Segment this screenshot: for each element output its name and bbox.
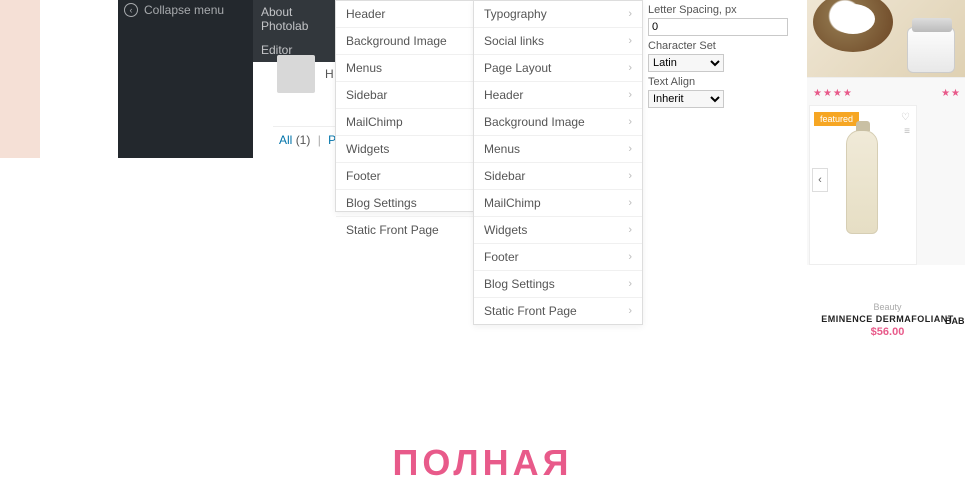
menu-item[interactable]: Sidebar› xyxy=(474,163,642,190)
letter-spacing-input[interactable] xyxy=(648,18,788,36)
chevron-right-icon: › xyxy=(628,224,632,236)
product-name[interactable]: EMINENCE DERMAFOLIANT xyxy=(810,314,965,324)
filter-sep: | xyxy=(318,133,321,147)
hero-image xyxy=(807,0,965,78)
rating-row: ★★★★ ★★ xyxy=(807,78,965,101)
menu-item[interactable]: Menus› xyxy=(474,136,642,163)
collapse-menu-button[interactable]: ‹ Collapse menu xyxy=(118,0,253,20)
chevron-right-icon: › xyxy=(628,8,632,20)
chevron-right-icon: › xyxy=(628,35,632,47)
jar-icon xyxy=(907,27,955,73)
headline: ПОЛНАЯ xyxy=(0,442,965,484)
compare-icon[interactable]: ≡ xyxy=(904,126,910,137)
wp-admin-sidebar: ‹ Collapse menu xyxy=(118,0,253,158)
bg-decor xyxy=(0,0,40,158)
chevron-right-icon: › xyxy=(628,170,632,182)
product-meta: Beauty EMINENCE DERMAFOLIANT $56.00 xyxy=(810,302,965,338)
product-image xyxy=(846,130,878,234)
stars-left: ★★★★ xyxy=(813,88,853,99)
align-select[interactable]: Inherit xyxy=(648,90,724,108)
chevron-right-icon: › xyxy=(628,89,632,101)
heart-icon[interactable]: ♡ xyxy=(901,112,910,123)
chevron-right-icon: › xyxy=(628,62,632,74)
submenu-item[interactable]: About Photolab xyxy=(253,0,343,38)
chevron-right-icon: › xyxy=(628,305,632,317)
charset-label: Character Set xyxy=(648,40,793,52)
customizer-panel-b: Typography› Social links› Page Layout› H… xyxy=(473,0,643,325)
headline-text: ПОЛНАЯ xyxy=(0,442,965,484)
stars-right: ★★ xyxy=(941,88,961,99)
menu-item[interactable]: Footer› xyxy=(474,244,642,271)
site-preview: ★★★★ ★★ featured ♡ ≡ ‹ xyxy=(807,0,965,265)
menu-item[interactable]: MailChimp› xyxy=(474,190,642,217)
chevron-right-icon: › xyxy=(628,197,632,209)
chevron-right-icon: › xyxy=(628,143,632,155)
letter-spacing-label: Letter Spacing, px xyxy=(648,4,793,16)
menu-item[interactable]: Page Layout› xyxy=(474,55,642,82)
chevron-right-icon: › xyxy=(628,251,632,263)
product-price: $56.00 xyxy=(810,326,965,338)
chevron-right-icon: › xyxy=(628,116,632,128)
chevron-right-icon: › xyxy=(628,278,632,290)
avatar xyxy=(277,55,315,93)
filter-all[interactable]: All xyxy=(279,133,292,147)
menu-item[interactable]: Blog Settings› xyxy=(474,271,642,298)
product-category: Beauty xyxy=(810,302,965,312)
collapse-icon: ‹ xyxy=(124,3,138,17)
menu-item[interactable]: Static Front Page› xyxy=(474,298,642,324)
wp-submenu: About Photolab Editor xyxy=(253,0,343,62)
featured-badge: featured xyxy=(814,112,859,126)
product-name-partial: BAB xyxy=(945,316,965,326)
menu-item[interactable]: Social links› xyxy=(474,28,642,55)
typography-settings: Letter Spacing, px Character Set Latin T… xyxy=(648,0,793,108)
prev-arrow-button[interactable]: ‹ xyxy=(812,168,828,192)
menu-item[interactable]: Typography› xyxy=(474,1,642,28)
filter-count: (1) xyxy=(296,133,311,147)
charset-select[interactable]: Latin xyxy=(648,54,724,72)
menu-item[interactable]: Background Image› xyxy=(474,109,642,136)
menu-item[interactable]: Header› xyxy=(474,82,642,109)
align-label: Text Align xyxy=(648,76,793,88)
collapse-label: Collapse menu xyxy=(144,3,224,17)
product-card[interactable]: featured ♡ ≡ ‹ xyxy=(809,105,917,265)
coconut-icon xyxy=(813,0,893,52)
menu-item[interactable]: Widgets› xyxy=(474,217,642,244)
